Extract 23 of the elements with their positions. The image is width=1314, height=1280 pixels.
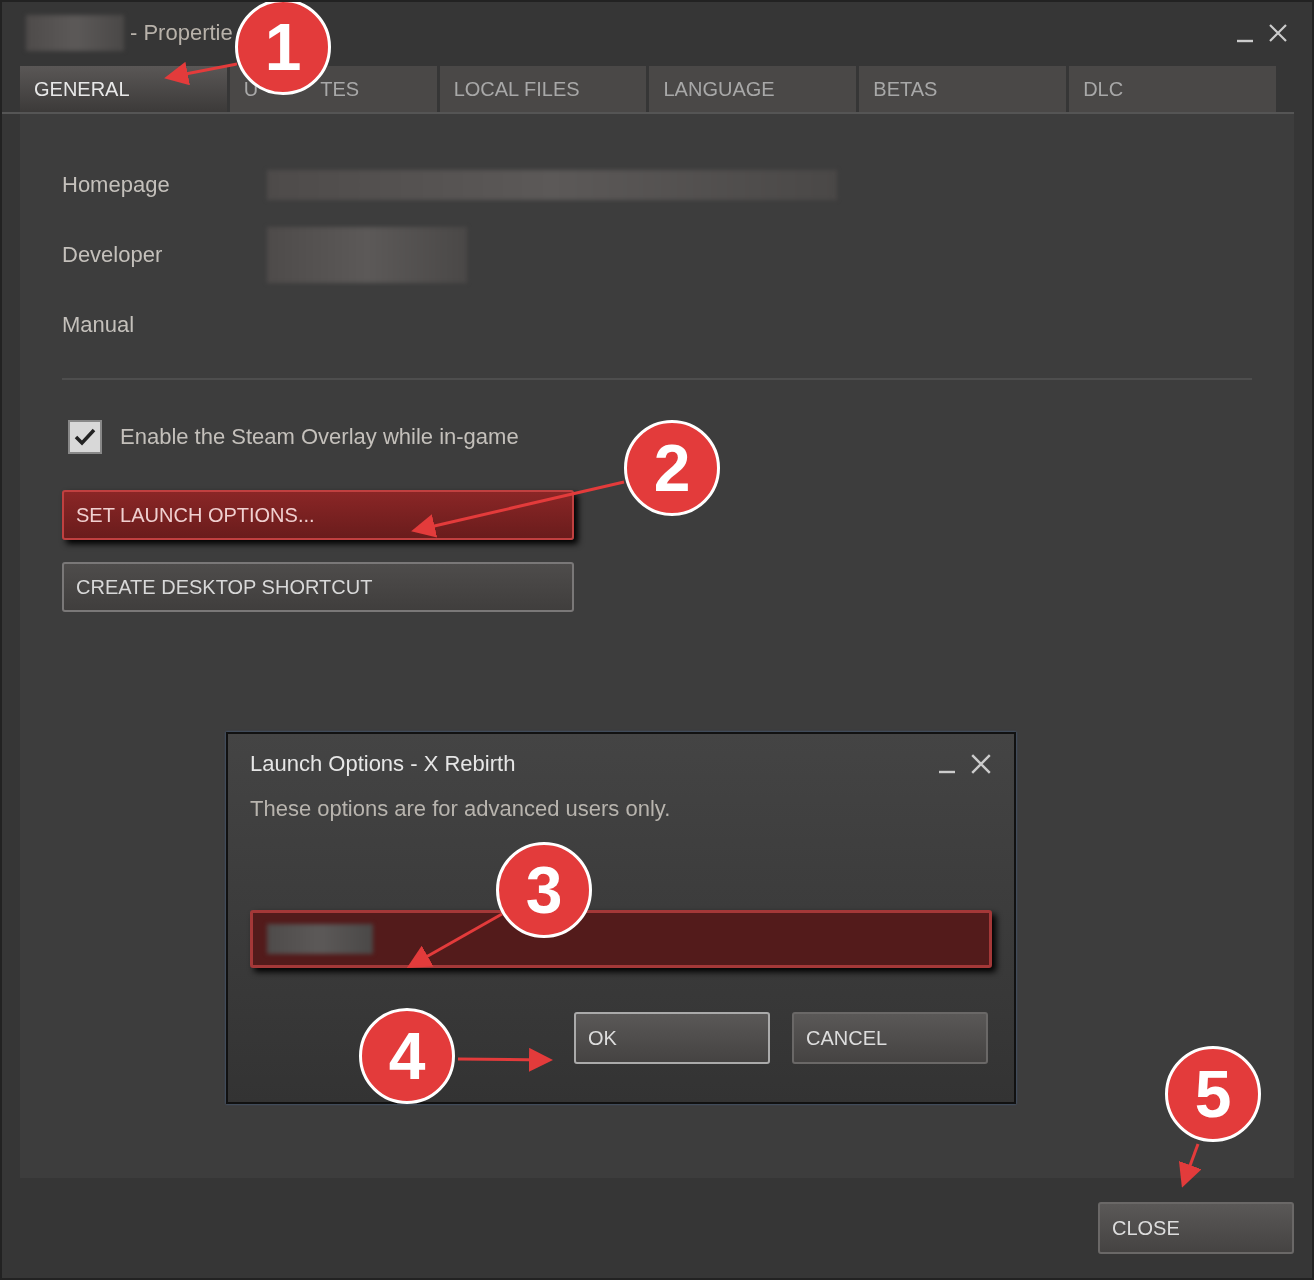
window-title: - Propertie [130, 20, 233, 46]
tab-label: TES [320, 77, 360, 100]
tab[interactable]: BETAS [859, 66, 1067, 112]
arrow [1178, 1143, 1202, 1188]
tab[interactable]: GENERAL [20, 66, 227, 112]
field-label: Manual [62, 312, 136, 338]
tab[interactable]: LANGUAGE [649, 66, 857, 112]
checkmark-icon [74, 427, 96, 447]
checkbox-label: Enable the Steam Overlay while in-game [120, 424, 519, 450]
tab[interactable]: DLC [1069, 66, 1276, 112]
close-icon[interactable] [1268, 23, 1288, 43]
panel-button[interactable]: CREATE DESKTOP SHORTCUT [62, 562, 574, 612]
dialog-message: These options are for advanced users only. [250, 796, 672, 822]
dialog-title: Launch Options - X Rebirth [250, 751, 516, 777]
dialog-button[interactable]: CANCEL [792, 1012, 988, 1064]
field-label: Homepage [62, 172, 171, 198]
close-icon[interactable] [970, 753, 992, 775]
checkbox[interactable] [68, 420, 102, 454]
dialog-button[interactable]: OK [574, 1012, 770, 1064]
panel-button[interactable]: SET LAUNCH OPTIONS... [62, 490, 574, 540]
tab[interactable]: LOCAL FILES [439, 66, 647, 112]
close-button[interactable]: CLOSE [1098, 1202, 1294, 1254]
field-label: Developer [62, 242, 164, 268]
